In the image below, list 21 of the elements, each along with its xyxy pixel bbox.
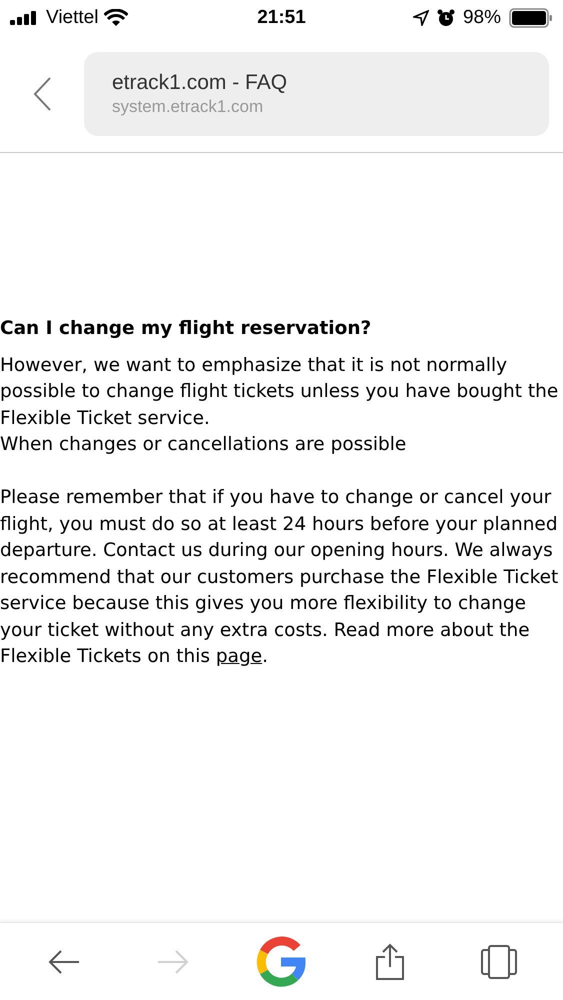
article-heading: Can I change my flight reservation? [0, 317, 372, 341]
carrier-name: Viettel [46, 6, 98, 30]
address-bar[interactable]: etrack1.com - FAQ system.etrack1.com [84, 52, 549, 136]
page-url: system.etrack1.com [112, 96, 264, 118]
arrow-right-icon [156, 948, 190, 974]
page-link[interactable]: page [216, 646, 262, 667]
battery-icon [508, 8, 553, 28]
article-paragraph: Please remember that if you have to change or cancel your flight, you must do so at least 24 hours before your planned departure. Contact us during our opening hours. We always recommend that our customers purchase the Flexible Ticket service because this gives you more flexibility to change your ticket without any extra costs. Read more about the Flexible Tickets on this page. [0, 486, 560, 669]
alarm-clock-icon [436, 9, 455, 27]
wifi-icon [104, 9, 128, 27]
arrow-left-icon [47, 948, 82, 974]
article-paragraph: However, we want to emphasize that it is not normally possible to change flight tickets unless you have bought the Flexible Ticket service. [0, 354, 560, 430]
share-icon [375, 942, 406, 980]
location-arrow-icon [412, 10, 429, 26]
article-subheading: When changes or cancellations are possible [0, 433, 408, 457]
chevron-left-icon [32, 76, 52, 112]
page-title: etrack1.com - FAQ [112, 70, 288, 96]
battery-percentage: 98% [462, 6, 501, 30]
multicolor-g-icon [255, 936, 308, 988]
clock-time: 21:51 [257, 6, 306, 30]
tabs-icon [480, 944, 517, 978]
